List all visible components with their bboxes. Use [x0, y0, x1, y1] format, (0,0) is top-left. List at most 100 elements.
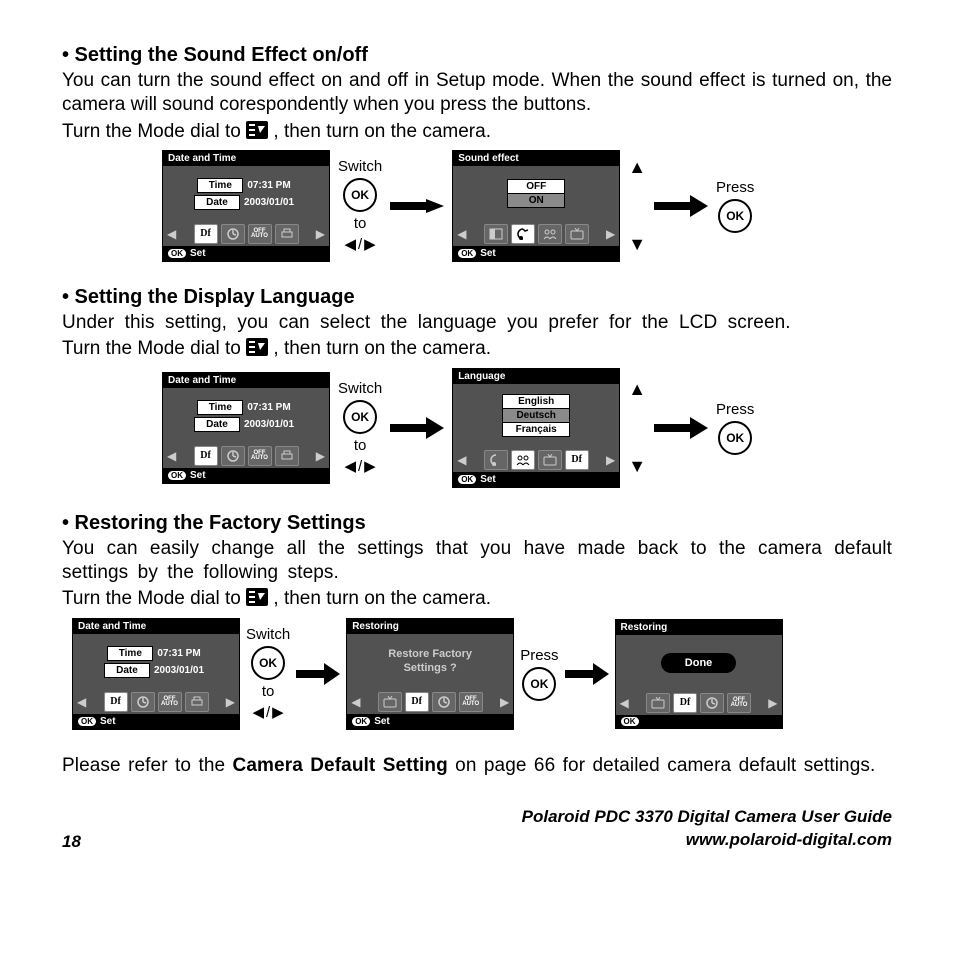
set-label: Set — [480, 248, 496, 259]
lcd-title: Date and Time — [73, 619, 239, 634]
lcd-title: Sound effect — [453, 151, 619, 166]
press-label: Press — [716, 179, 754, 196]
lcd-iconbar: ◀ ▶ — [453, 222, 619, 246]
option-francais: Français — [502, 423, 570, 437]
option-on: ON — [507, 194, 565, 208]
clock-icon — [432, 692, 456, 712]
press-label: Press — [520, 647, 558, 664]
time-value: 07:31 PM — [153, 647, 204, 660]
up-down-arrows: ▲▼ — [628, 379, 646, 477]
set-label: Set — [190, 248, 206, 259]
clock-icon — [131, 692, 155, 712]
down-triangle-icon: ▼ — [628, 456, 646, 477]
instruction-language: Turn the Mode dial to , then turn on the… — [62, 337, 892, 363]
date-label: Date — [194, 417, 240, 432]
ok-chip: OK — [168, 249, 186, 258]
setup-mode-icon — [246, 588, 268, 613]
right-arrow-icon: ▶ — [316, 227, 325, 241]
off-auto-icon: OFFAUTO — [459, 692, 483, 712]
ok-chip: OK — [78, 717, 96, 726]
para-language: Under this setting, you can select the l… — [62, 311, 892, 335]
right-arrow-icon: ▶ — [606, 453, 615, 467]
nav-arrows: ◀/▶ — [344, 457, 375, 475]
section-title-sound: • Setting the Sound Effect on/off — [62, 44, 892, 67]
auto-text: AUTO — [251, 456, 268, 461]
df-icon: Df — [405, 692, 429, 712]
lcd-date-time: Date and Time Time07:31 PM Date2003/01/0… — [162, 150, 330, 262]
flow-arrow-icon — [565, 663, 609, 685]
switch-action: Switch OK to ◀/▶ — [338, 158, 382, 253]
time-value: 07:31 PM — [243, 179, 294, 192]
instr-text-b: , then turn on the camera. — [273, 338, 491, 359]
df-icon: Df — [673, 693, 697, 713]
note-text-a: Please refer to the — [62, 755, 233, 776]
press-label: Press — [716, 401, 754, 418]
lcd-iconbar: ◀ Df OFFAUTO ▶ — [73, 690, 239, 714]
msg2: Settings ? — [404, 662, 457, 674]
df-icon: Df — [104, 692, 128, 712]
right-triangle-icon: ▶ — [364, 235, 376, 253]
flow-arrow-icon — [296, 663, 340, 685]
left-arrow-icon: ◀ — [77, 695, 86, 709]
ok-button-icon: OK — [343, 400, 377, 434]
left-arrow-icon: ◀ — [457, 227, 466, 241]
ok-button-icon: OK — [718, 199, 752, 233]
nav-arrows: ◀/▶ — [344, 235, 375, 253]
down-triangle-icon: ▼ — [628, 234, 646, 255]
date-value: 2003/01/01 — [240, 196, 298, 209]
grid-icon — [484, 224, 508, 244]
instr-text-a: Turn the Mode dial to — [62, 121, 246, 142]
msg1: Restore Factory — [388, 648, 472, 660]
df-icon: Df — [194, 446, 218, 466]
switch-action: Switch OK to ◀/▶ — [338, 380, 382, 475]
lcd-title: Language — [453, 369, 619, 384]
switch-label: Switch — [338, 158, 382, 175]
instr-text-a: Turn the Mode dial to — [62, 588, 246, 609]
lcd-footer: OKSet — [163, 468, 329, 483]
para-sound: You can turn the sound effect on and off… — [62, 69, 892, 118]
lcd-title: Date and Time — [163, 373, 329, 388]
up-down-arrows: ▲▼ — [628, 157, 646, 255]
guide-title-line2: www.polaroid-digital.com — [686, 830, 892, 849]
lcd-language: Language English Deutsch Français ◀ Df ▶… — [452, 368, 620, 488]
people-icon — [538, 224, 562, 244]
instr-text-b: , then turn on the camera. — [273, 588, 491, 609]
off-auto-icon: OFFAUTO — [248, 446, 272, 466]
off-auto-icon: OFFAUTO — [248, 224, 272, 244]
lcd-footer: OK — [616, 715, 782, 728]
tv-icon — [646, 693, 670, 713]
switch-label: Switch — [246, 626, 290, 643]
switch-action: Switch OK to ◀/▶ — [246, 626, 290, 721]
print-icon — [275, 446, 299, 466]
figure-row-restoring: Date and Time Time07:31 PM Date2003/01/0… — [62, 618, 892, 730]
manual-page: • Setting the Sound Effect on/off You ca… — [0, 0, 954, 876]
figure-row-sound: Date and Time Time07:31 PM Date2003/01/0… — [62, 150, 892, 262]
nav-arrows: ◀/▶ — [252, 703, 283, 721]
set-label: Set — [190, 470, 206, 481]
up-triangle-icon: ▲ — [628, 379, 646, 400]
ok-chip: OK — [352, 717, 370, 726]
flow-arrow-icon — [390, 195, 444, 217]
lcd-footer: OKSet — [453, 246, 619, 261]
lcd-restoring-confirm: Restoring Restore FactorySettings ? ◀ Df… — [346, 618, 514, 730]
lcd-title: Date and Time — [163, 151, 329, 166]
ok-button-icon: OK — [718, 421, 752, 455]
set-label: Set — [100, 716, 116, 727]
print-icon — [275, 224, 299, 244]
right-arrow-icon: ▶ — [226, 695, 235, 709]
up-triangle-icon: ▲ — [628, 157, 646, 178]
clock-icon — [700, 693, 724, 713]
to-label: to — [354, 437, 367, 454]
right-triangle-icon: ▶ — [272, 703, 284, 721]
df-icon: Df — [565, 450, 589, 470]
time-label: Time — [107, 646, 153, 661]
lcd-footer: OKSet — [347, 714, 513, 729]
switch-label: Switch — [338, 380, 382, 397]
off-auto-icon: OFFAUTO — [727, 693, 751, 713]
tv-icon — [538, 450, 562, 470]
done-message: Done — [661, 653, 737, 673]
restore-message: Restore Factory Settings ? — [388, 648, 472, 676]
date-value: 2003/01/01 — [150, 664, 208, 677]
ok-button-icon: OK — [522, 667, 556, 701]
press-action: Press OK — [716, 179, 754, 233]
